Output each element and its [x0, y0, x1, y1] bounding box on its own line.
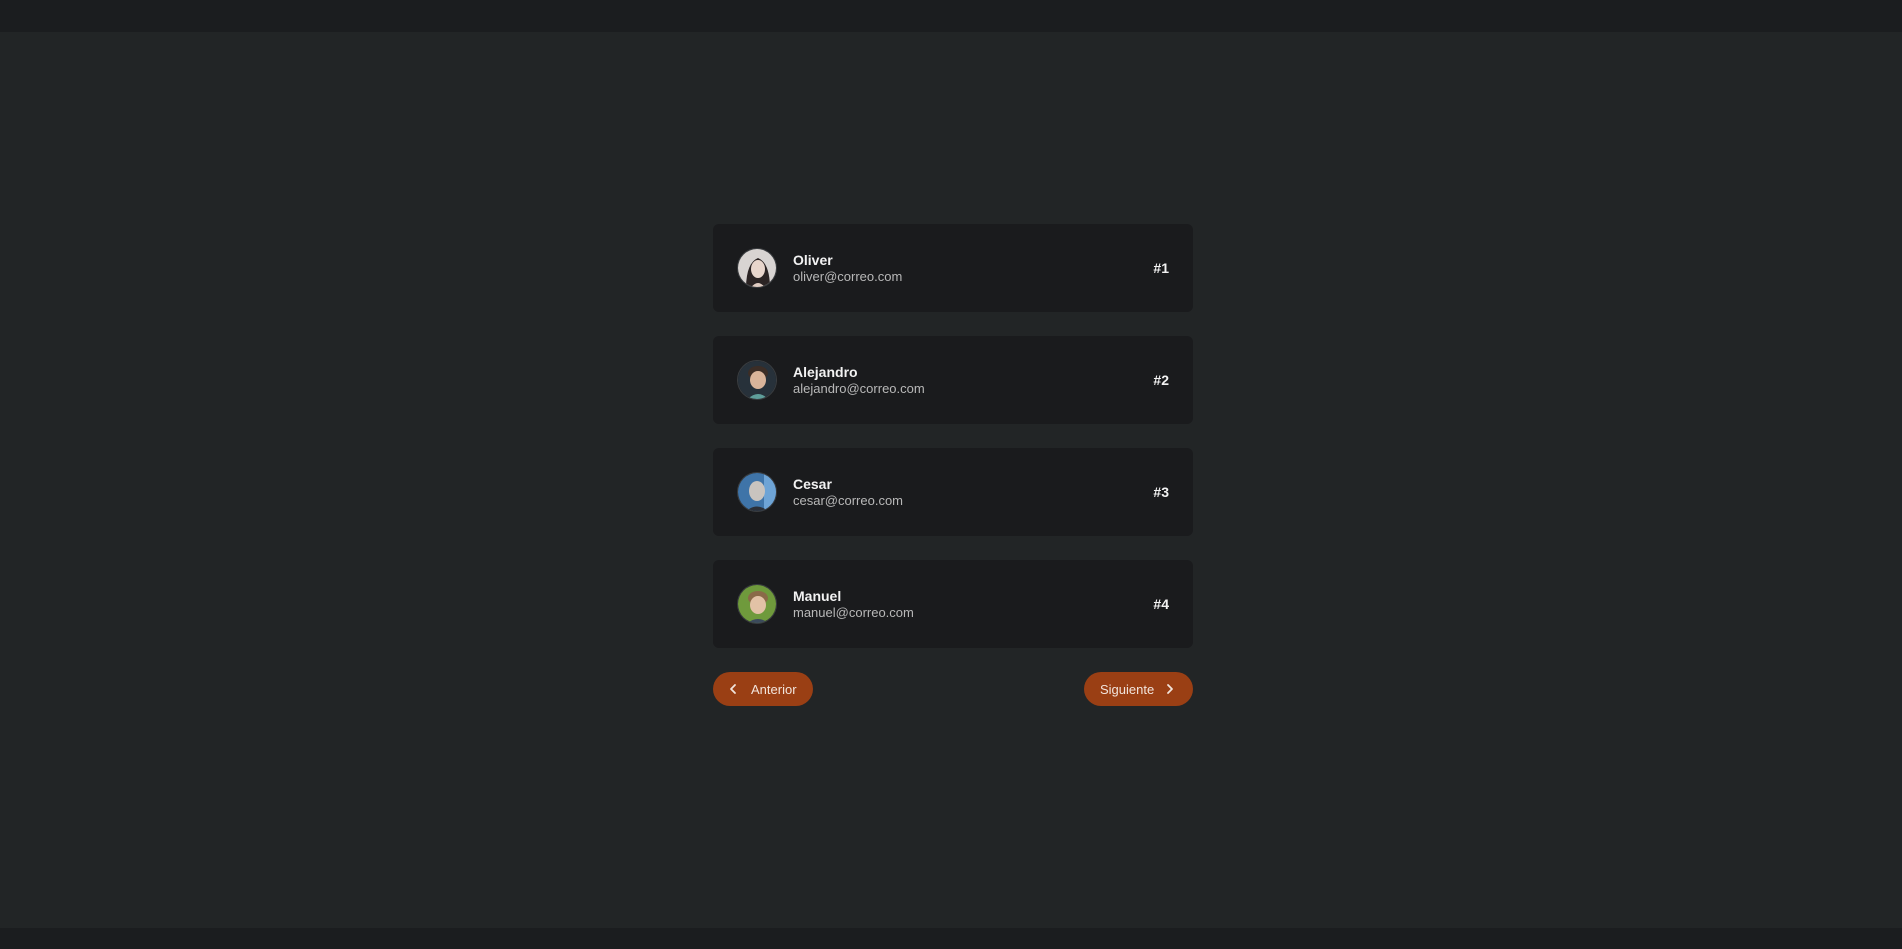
previous-label: Anterior [751, 681, 797, 697]
previous-button[interactable]: Anterior [713, 672, 813, 706]
avatar [737, 472, 777, 512]
user-name: Alejandro [793, 363, 858, 380]
next-button[interactable]: Siguiente [1084, 672, 1193, 706]
next-label: Siguiente [1100, 681, 1155, 697]
user-name: Cesar [793, 475, 832, 492]
avatar [737, 584, 777, 624]
user-card[interactable]: Oliver oliver@correo.com #1 [713, 224, 1193, 312]
user-rank: #4 [1153, 596, 1169, 612]
top-bar [0, 0, 1902, 32]
user-rank: #2 [1153, 372, 1169, 388]
user-name: Oliver [793, 251, 833, 268]
user-card[interactable]: Alejandro alejandro@correo.com #2 [713, 336, 1193, 424]
user-card[interactable]: Manuel manuel@correo.com #4 [713, 560, 1193, 648]
user-email: cesar@correo.com [793, 492, 904, 508]
user-email: alejandro@correo.com [793, 380, 925, 396]
user-rank: #1 [1153, 260, 1169, 276]
user-list: Oliver oliver@correo.com #1 Alejandro al… [713, 224, 1193, 672]
user-rank: #3 [1153, 484, 1169, 500]
bottom-bar [0, 928, 1902, 949]
user-email: oliver@correo.com [793, 268, 903, 284]
user-name: Manuel [793, 587, 842, 604]
avatar [737, 248, 777, 288]
user-email: manuel@correo.com [793, 604, 914, 620]
chevron-left-icon [727, 683, 739, 695]
chevron-right-icon [1164, 683, 1176, 695]
avatar [737, 360, 777, 400]
user-card[interactable]: Cesar cesar@correo.com #3 [713, 448, 1193, 536]
pagination: Anterior Siguiente [713, 672, 1193, 706]
